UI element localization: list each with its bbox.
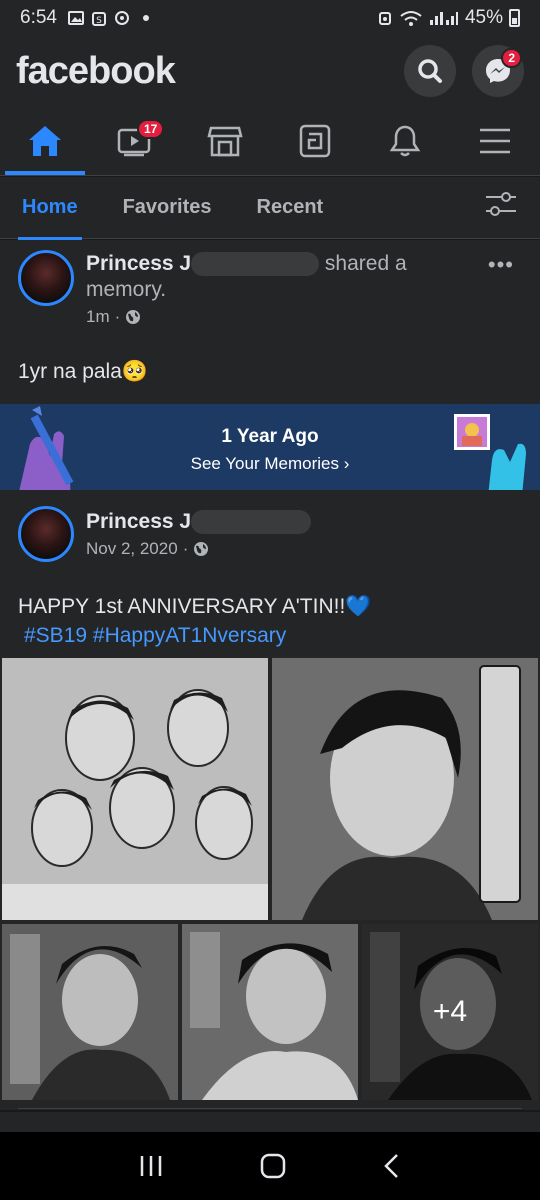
sync-icon xyxy=(114,11,129,25)
more-photos-overlay[interactable]: +4 xyxy=(362,924,538,1100)
hand-photo-illustration xyxy=(454,414,526,496)
recent-apps-icon[interactable] xyxy=(138,1154,164,1178)
post-date: Nov 2, 2020 xyxy=(86,539,178,558)
author-name[interactable]: Princess J xyxy=(86,510,191,533)
post-text: 1yr na pala🥺 xyxy=(18,360,149,383)
filter-home[interactable]: Home xyxy=(18,177,82,240)
tab-notifications[interactable] xyxy=(360,106,450,175)
separator-dot: · xyxy=(182,539,189,558)
notification-dot xyxy=(142,15,149,21)
messenger-badge: 2 xyxy=(501,48,522,68)
post-action-bar xyxy=(0,1112,540,1132)
status-time: 6:54 xyxy=(20,7,57,28)
globe-icon xyxy=(194,542,209,556)
main-nav: 17 xyxy=(0,106,540,176)
hashtags: #SB19 #HappyAT1Nversary xyxy=(0,621,540,650)
post-time: 1m xyxy=(86,307,110,326)
stell-sketch-image xyxy=(2,924,178,1100)
redacted-name xyxy=(191,252,320,277)
tab-home[interactable] xyxy=(0,106,90,175)
photo-sejun-sketch[interactable] xyxy=(272,658,538,920)
tab-groups[interactable] xyxy=(270,106,360,175)
see-memories-label: See Your Memories xyxy=(190,454,339,473)
tab-marketplace[interactable] xyxy=(180,106,270,175)
post-timestamp[interactable]: 1m · xyxy=(86,307,407,327)
chevron-right-icon: › xyxy=(343,454,350,473)
more-options-button[interactable]: ••• xyxy=(488,252,514,278)
facebook-logo[interactable]: facebook xyxy=(16,50,176,93)
watch-badge: 17 xyxy=(137,119,165,139)
post-text: HAPPY 1st ANNIVERSARY A'TIN!!💙 xyxy=(18,595,372,618)
filter-favorites[interactable]: Favorites xyxy=(123,177,212,239)
bell-icon xyxy=(389,125,421,156)
author-name[interactable]: Princess J xyxy=(86,252,191,275)
avatar[interactable] xyxy=(18,506,74,562)
avatar[interactable] xyxy=(18,250,74,306)
separator-dot: · xyxy=(114,307,121,326)
photo-ken-sketch[interactable] xyxy=(182,924,358,1100)
signal-icon xyxy=(429,12,458,25)
globe-icon xyxy=(126,310,141,324)
search-button[interactable] xyxy=(404,45,456,97)
photo-stell-sketch[interactable] xyxy=(2,924,178,1100)
post-action-line2: memory. xyxy=(86,278,167,301)
back-icon[interactable] xyxy=(382,1153,402,1179)
filter-recent[interactable]: Recent xyxy=(257,177,324,239)
tab-watch[interactable]: 17 xyxy=(90,106,180,175)
status-bar: 6:54 S 45% xyxy=(0,0,540,36)
hashtag-anniversary[interactable]: #HappyAT1Nversary xyxy=(93,624,286,647)
marketplace-icon xyxy=(207,126,243,156)
wifi-icon xyxy=(400,11,422,26)
post-shared-memory: Princess J shared a memory. 1m · ••• 1yr… xyxy=(0,240,540,496)
ken-sketch-image xyxy=(182,924,358,1100)
messenger-button[interactable]: 2 xyxy=(472,45,524,97)
post-timestamp[interactable]: Nov 2, 2020 · xyxy=(86,539,311,559)
svg-text:S: S xyxy=(96,16,102,26)
sliders-icon xyxy=(486,192,516,216)
app-header: facebook 2 xyxy=(0,36,540,106)
photo-josh-sketch[interactable]: +4 xyxy=(362,924,538,1100)
search-icon xyxy=(418,59,442,83)
group-sketch-image xyxy=(2,658,268,920)
tab-menu[interactable] xyxy=(450,106,540,175)
shop-icon: S xyxy=(91,12,106,26)
hashtag-sb19[interactable]: #SB19 xyxy=(24,624,87,647)
post-divider xyxy=(18,1108,522,1109)
post-action-text: shared a xyxy=(324,252,407,275)
redacted-name xyxy=(191,510,312,535)
post-author-line: Princess J shared a xyxy=(86,250,407,277)
gallery-icon xyxy=(67,11,84,25)
home-button-icon[interactable] xyxy=(259,1152,287,1180)
feed-settings-button[interactable] xyxy=(484,190,518,225)
groups-icon xyxy=(299,124,331,157)
battery-percent: 45% xyxy=(464,7,503,28)
photo-grid: +4 xyxy=(0,656,540,1102)
hand-pencil-illustration xyxy=(18,406,74,496)
system-nav-bar xyxy=(0,1132,540,1200)
photo-group-sketch[interactable] xyxy=(2,658,268,920)
sejun-sketch-image xyxy=(272,658,538,920)
memory-banner[interactable]: 1 Year Ago See Your Memories › xyxy=(0,404,540,496)
post-author-line: Princess J xyxy=(86,508,312,535)
alarm-icon xyxy=(378,12,391,25)
menu-icon xyxy=(480,128,510,153)
battery-icon xyxy=(509,9,520,27)
home-icon xyxy=(29,125,61,156)
feed-filter-bar: Home Favorites Recent xyxy=(0,177,540,240)
